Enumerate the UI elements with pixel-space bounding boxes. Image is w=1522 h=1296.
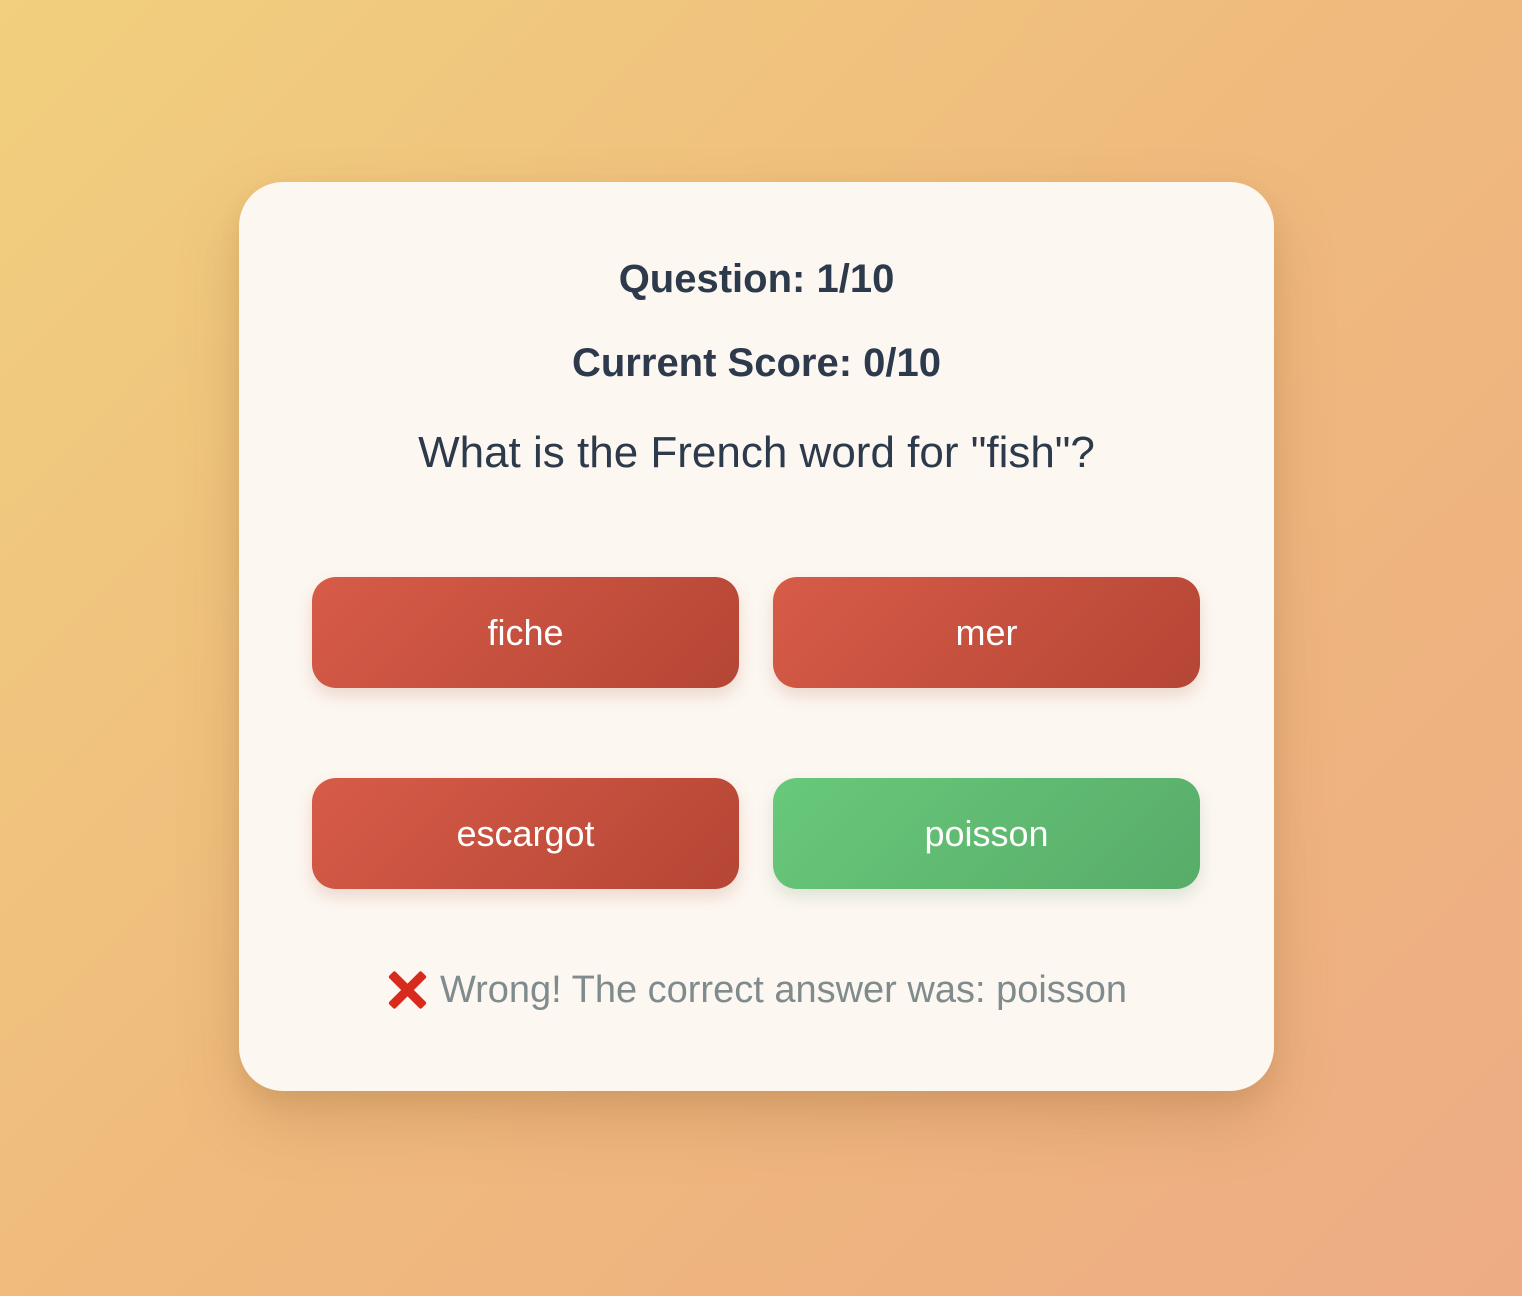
answer-feedback: Wrong! The correct answer was: poisson xyxy=(239,966,1274,1014)
answer-option-poisson[interactable]: poisson xyxy=(773,778,1200,889)
question-counter: Question: 1/10 xyxy=(618,257,895,301)
answer-option-mer[interactable]: mer xyxy=(773,577,1200,688)
quiz-card: Question: 1/10 Current Score: 0/10 What … xyxy=(239,182,1274,1091)
answer-option-escargot[interactable]: escargot xyxy=(312,778,739,889)
feedback-text: Wrong! The correct answer was: poisson xyxy=(439,969,1128,1011)
cross-mark-icon xyxy=(386,969,428,1011)
answer-option-fiche[interactable]: fiche xyxy=(312,577,739,688)
question-prompt: What is the French word for "fish"? xyxy=(418,428,1095,477)
current-score: Current Score: 0/10 xyxy=(571,341,942,385)
